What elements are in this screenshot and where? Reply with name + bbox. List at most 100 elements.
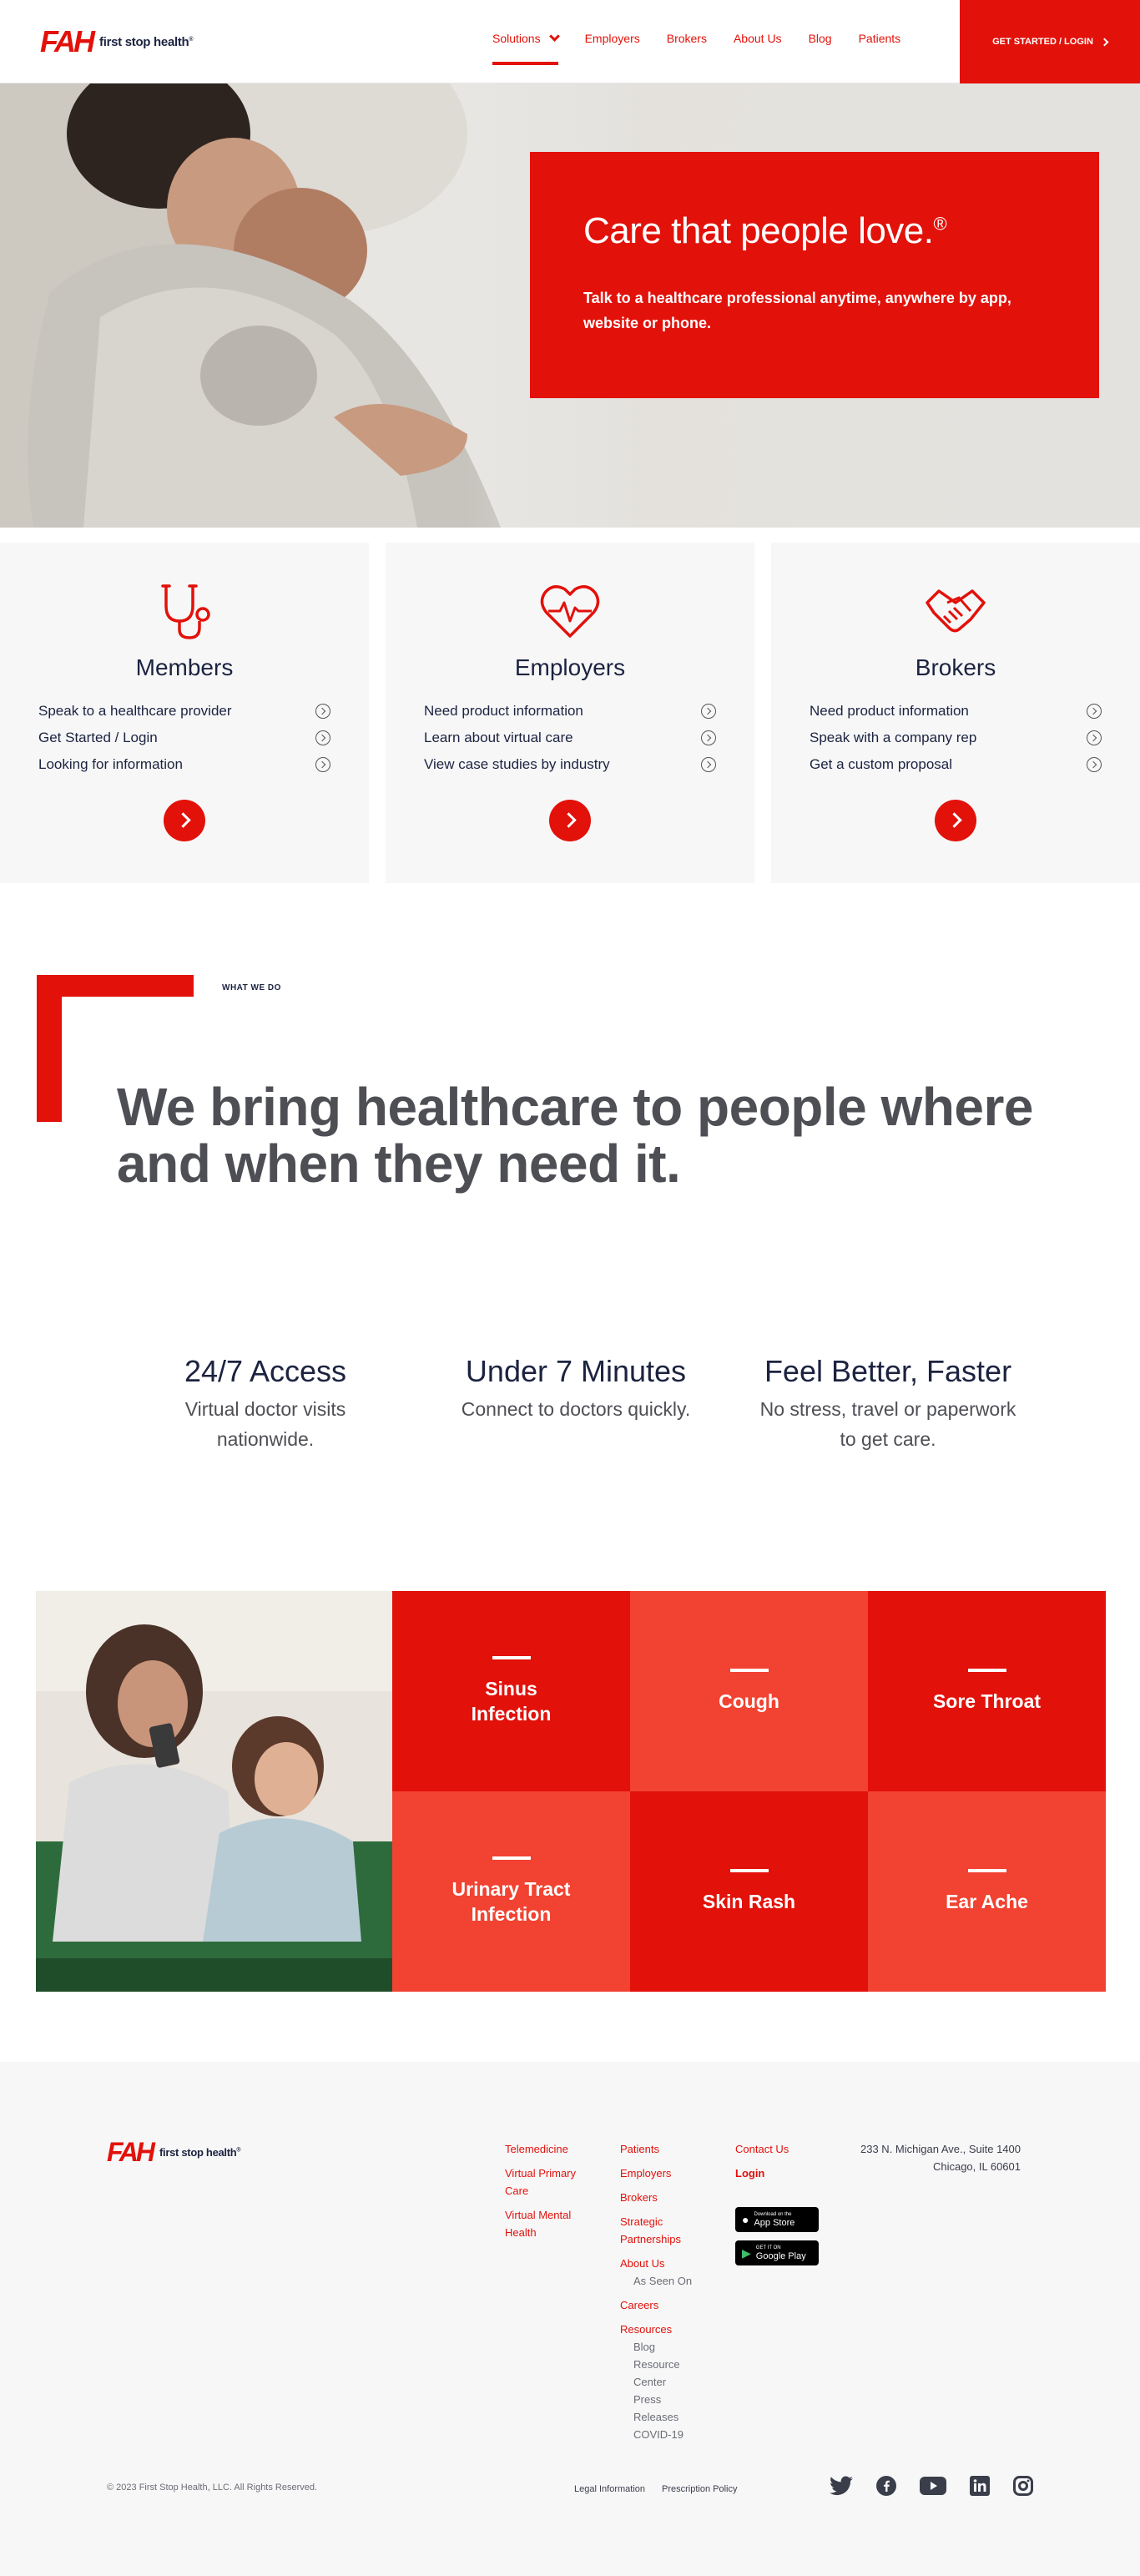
chevron-down-icon [548, 31, 560, 42]
card-link[interactable]: Need product information [810, 698, 1102, 725]
condition-tile[interactable]: Sore Throat [868, 1591, 1106, 1791]
legal-information-link[interactable]: Legal Information [574, 2484, 645, 2494]
copyright: © 2023 First Stop Health, LLC. All Right… [107, 2483, 318, 2493]
arrow-circle-icon [701, 704, 716, 719]
instagram-icon[interactable] [1013, 2476, 1033, 2496]
footer-link-resources[interactable]: Resources [620, 2321, 712, 2338]
condition-tile[interactable]: Skin Rash [630, 1791, 868, 1992]
card-members: Members Speak to a healthcare provider G… [0, 543, 369, 883]
company-address: 233 N. Michigan Ave., Suite 1400 Chicago… [860, 2140, 1021, 2175]
audience-cards: Members Speak to a healthcare provider G… [0, 543, 1140, 883]
card-link[interactable]: Learn about virtual care [424, 725, 716, 751]
arrow-circle-icon [1087, 757, 1102, 772]
nav-about-us[interactable]: About Us [734, 32, 782, 65]
app-store-button[interactable]: ● Download on the App Store [735, 2207, 819, 2232]
tile-bar [967, 1669, 1006, 1672]
card-link[interactable]: Get a custom proposal [810, 751, 1102, 778]
nav-brokers[interactable]: Brokers [667, 32, 707, 65]
brokers-go-button[interactable] [935, 800, 976, 841]
nav-employers[interactable]: Employers [585, 32, 640, 65]
site-header: FAH first stop health® Solutions Employe… [0, 0, 1140, 83]
nav-patients[interactable]: Patients [859, 32, 901, 65]
footer-logo[interactable]: FAH first stop health® [107, 2139, 241, 2165]
google-play-icon: ▶ [742, 2245, 751, 2260]
link-label: Need product information [810, 703, 969, 719]
footer-link-careers[interactable]: Careers [620, 2296, 712, 2314]
footer-link-as-seen-on[interactable]: As Seen On [633, 2272, 712, 2290]
condition-tile[interactable]: Ear Ache [868, 1791, 1106, 1992]
footer-link-about-us[interactable]: About Us [620, 2255, 712, 2272]
card-link[interactable]: Get Started / Login [38, 725, 330, 751]
card-link[interactable]: Need product information [424, 698, 716, 725]
social-links [806, 2476, 1033, 2496]
arrow-circle-icon [1087, 730, 1102, 745]
stat-item: Under 7 Minutes Connect to doctors quick… [434, 1354, 718, 1424]
address-line: Chicago, IL 60601 [932, 2160, 1021, 2173]
footer-link-patients[interactable]: Patients [620, 2140, 712, 2158]
nav-blog[interactable]: Blog [809, 32, 832, 65]
footer-link-strategic-partnerships[interactable]: Strategic Partnerships [620, 2213, 712, 2248]
address-line: 233 N. Michigan Ave., Suite 1400 [860, 2143, 1021, 2155]
twitter-icon[interactable] [830, 2476, 853, 2496]
footer-link-blog[interactable]: Blog [633, 2338, 712, 2356]
link-label: Get Started / Login [38, 730, 158, 745]
footer-link-login[interactable]: Login [735, 2164, 835, 2182]
link-label: Need product information [424, 703, 583, 719]
arrow-circle-icon [1087, 704, 1102, 719]
cta-label: GET STARTED / LOGIN [992, 37, 1093, 47]
link-label: Looking for information [38, 756, 183, 772]
condition-tile[interactable]: Cough [630, 1591, 868, 1791]
card-link[interactable]: View case studies by industry [424, 751, 716, 778]
footer-link-resource-center[interactable]: Resource Center [633, 2356, 692, 2391]
tile-bar [967, 1869, 1006, 1872]
google-play-button[interactable]: ▶ GET IT ON Google Play [735, 2240, 819, 2265]
stat-title: Under 7 Minutes [465, 1354, 687, 1388]
footer-link-press-releases[interactable]: Press Releases [633, 2391, 692, 2426]
card-links: Speak to a healthcare provider Get Start… [38, 698, 330, 778]
footer-link-contact-us[interactable]: Contact Us [735, 2140, 835, 2158]
tile-bar [492, 1656, 531, 1659]
footer-col-company: Patients Employers Brokers Strategic Par… [620, 2140, 712, 2450]
arrow-circle-icon [315, 704, 330, 719]
main-nav: Solutions Employers Brokers About Us Blo… [492, 31, 927, 65]
prescription-policy-link[interactable]: Prescription Policy [662, 2484, 737, 2494]
section-eyebrow: WHAT WE DO [222, 983, 281, 993]
footer-col-contact: Contact Us Login ● Download on the App St… [735, 2140, 835, 2265]
card-employers: Employers Need product information Learn… [386, 543, 754, 883]
nav-solutions[interactable]: Solutions [492, 31, 560, 65]
heart-pulse-icon [540, 585, 600, 638]
get-started-login-button[interactable]: GET STARTED / LOGIN [960, 0, 1140, 83]
arrow-circle-icon [701, 730, 716, 745]
condition-tile[interactable]: Urinary Tract Infection [392, 1791, 630, 1992]
employers-go-button[interactable] [549, 800, 591, 841]
footer-link-telemedicine[interactable]: Telemedicine [505, 2140, 597, 2158]
linkedin-icon[interactable] [970, 2476, 990, 2496]
condition-tile[interactable]: Sinus Infection [392, 1591, 630, 1791]
card-title: Members [135, 654, 234, 680]
card-link[interactable]: Speak with a company rep [810, 725, 1102, 751]
hero-title: Care that people love.® [583, 210, 947, 251]
footer-col-solutions: Telemedicine Virtual Primary Care Virtua… [505, 2140, 597, 2248]
youtube-icon[interactable] [920, 2477, 946, 2495]
members-go-button[interactable] [164, 800, 205, 841]
stat-item: Feel Better, Faster No stress, travel or… [746, 1354, 1030, 1454]
card-link[interactable]: Speak to a healthcare provider [38, 698, 330, 725]
card-link[interactable]: Looking for information [38, 751, 330, 778]
footer-link-employers[interactable]: Employers [620, 2164, 712, 2182]
footer-link-virtual-mental-health[interactable]: Virtual Mental Health [505, 2206, 597, 2241]
tile-bar [492, 1856, 531, 1860]
tile-bar [729, 1869, 769, 1872]
tile-label: Urinary Tract Infection [451, 1878, 571, 1925]
site-logo[interactable]: FAH first stop health® [40, 27, 194, 57]
link-label: View case studies by industry [424, 756, 610, 772]
site-footer: FAH first stop health® Telemedicine Virt… [0, 2062, 1140, 2576]
stats: 24/7 Access Virtual doctor visits nation… [0, 1354, 1140, 1471]
footer-link-brokers[interactable]: Brokers [620, 2189, 712, 2206]
facebook-icon[interactable] [876, 2476, 896, 2496]
conditions-photo-mother-daughter [36, 1591, 392, 1992]
tile-label: Cough [719, 1690, 779, 1712]
tile-label: Sore Throat [932, 1690, 1042, 1712]
footer-link-covid[interactable]: COVID-19 [633, 2426, 712, 2443]
footer-link-virtual-primary-care[interactable]: Virtual Primary Care [505, 2164, 597, 2200]
hero: Care that people love.® Talk to a health… [0, 83, 1140, 528]
